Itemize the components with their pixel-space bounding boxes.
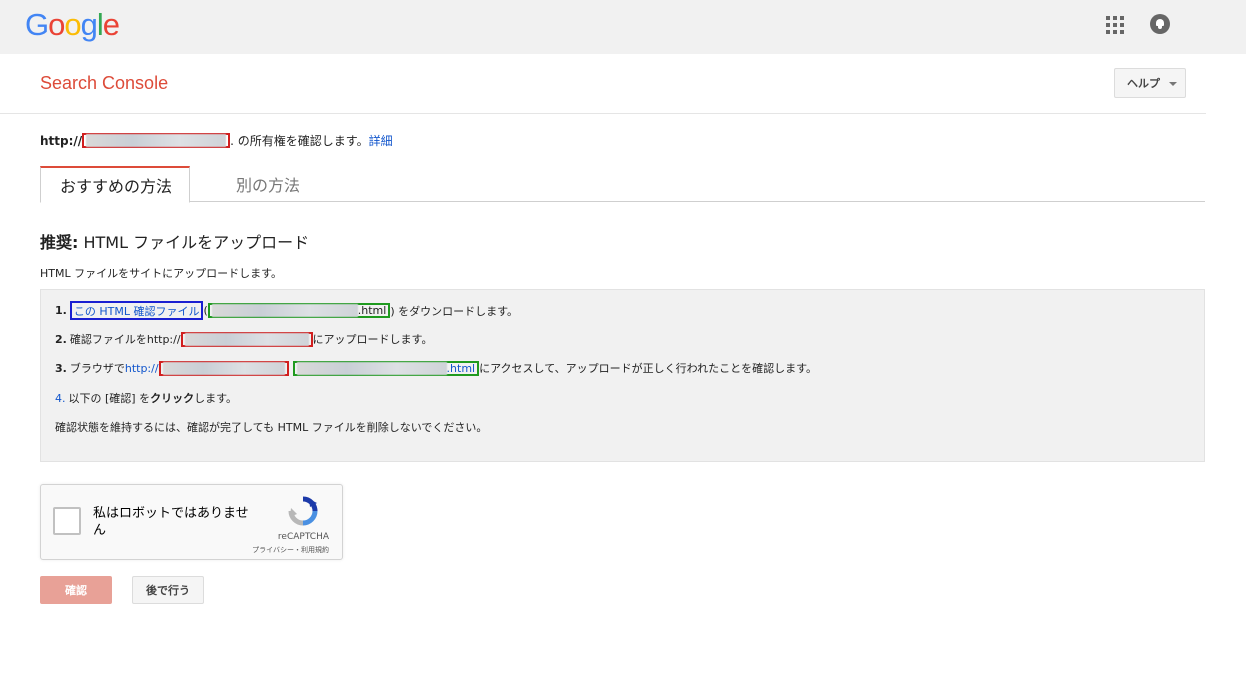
download-file-link[interactable]: この HTML 確認ファイル: [74, 303, 200, 319]
confirm-button[interactable]: 確認: [40, 576, 112, 604]
logo-letter: e: [102, 7, 120, 42]
redacted-upload-url: [180, 331, 313, 347]
step-4-suffix: します。: [194, 392, 237, 405]
details-link[interactable]: 詳細: [369, 132, 393, 149]
steps-panel: 1. この HTML 確認ファイル ( .html ) をダウンロードします。 …: [40, 289, 1205, 462]
not-robot-label: 私はロボットではありません: [93, 506, 249, 538]
help-button[interactable]: ヘルプ: [1114, 68, 1186, 98]
apps-grid-icon[interactable]: [1106, 16, 1124, 34]
step-3-suffix: にアクセスして、アップロードが正しく行われたことを確認します。: [479, 362, 818, 375]
step-3-protocol-link[interactable]: http://: [125, 362, 159, 375]
step-2-suffix: にアップロードします。: [312, 333, 433, 346]
tab-alternate[interactable]: 別の方法: [236, 166, 300, 202]
logo-letter: g: [80, 7, 98, 42]
step-2: 2. 確認ファイルを http:// にアップロードします。: [55, 331, 432, 347]
step-4: 4. 以下の [確認] を クリック します。: [55, 390, 237, 406]
step-4-text: 以下の [確認] を: [68, 392, 151, 405]
search-console-title[interactable]: Search Console: [40, 73, 168, 94]
tab-recommended[interactable]: おすすめの方法: [40, 166, 190, 203]
logo-letter: G: [25, 7, 49, 42]
not-robot-checkbox[interactable]: [53, 507, 81, 535]
redacted-site-url: [82, 133, 231, 148]
step-1-number: 1.: [55, 304, 67, 317]
download-file-link-box[interactable]: この HTML 確認ファイル: [69, 301, 204, 320]
logo-letter: o: [64, 7, 81, 42]
console-header: Search Console ヘルプ: [0, 54, 1206, 114]
step-3: 3. ブラウザで http:// .html にアクセスして、アップロードが正し…: [55, 360, 817, 376]
step-3-number: 3.: [55, 361, 67, 375]
recaptcha-widget: 私はロボットではありません reCAPTCHA プライバシー・利用規約: [40, 484, 343, 560]
recaptcha-icon: [288, 496, 318, 526]
help-button-label: ヘルプ: [1127, 77, 1160, 90]
redacted-verify-file[interactable]: .html: [292, 360, 480, 376]
ownership-line: http:// . の所有権を確認します。 詳細: [40, 132, 393, 149]
recommendation-title: HTML ファイルをアップロード: [78, 233, 310, 252]
later-button[interactable]: 後で行う: [132, 576, 204, 604]
recommendation-prefix: 推奨:: [40, 233, 79, 252]
step-1: 1. この HTML 確認ファイル ( .html ) をダウンロードします。: [55, 301, 518, 320]
ownership-text: . の所有権を確認します。: [230, 134, 369, 148]
top-bar: Google: [0, 0, 1246, 54]
step-2-protocol: http://: [146, 332, 181, 346]
redacted-file-name: .html: [207, 303, 391, 318]
retain-note: 確認状態を維持するには、確認が完了しても HTML ファイルを削除しないでくださ…: [55, 421, 488, 434]
step-2-text: 確認ファイルを: [69, 333, 147, 346]
bell-icon[interactable]: [1150, 14, 1170, 34]
step-4-click: クリック: [150, 392, 195, 405]
redacted-verify-url: [158, 360, 289, 376]
step-2-number: 2.: [55, 332, 67, 346]
step-4-number: 4.: [55, 391, 66, 405]
chevron-down-icon: [1169, 82, 1177, 86]
recommendation-heading: 推奨: HTML ファイルをアップロード: [40, 229, 309, 253]
recaptcha-links[interactable]: プライバシー・利用規約: [252, 545, 329, 555]
method-tabs: おすすめの方法 別の方法: [40, 166, 1205, 203]
file-ext: .html: [357, 304, 387, 317]
recaptcha-brand: reCAPTCHA: [277, 532, 329, 542]
google-logo[interactable]: Google: [25, 7, 120, 43]
step-3-text: ブラウザで: [69, 362, 125, 375]
step-1-suffix: ) をダウンロードします。: [390, 304, 518, 318]
site-protocol: http://: [40, 133, 83, 148]
recommendation-intro: HTML ファイルをサイトにアップロードします。: [40, 267, 283, 280]
verify-file-ext[interactable]: .html: [447, 362, 476, 375]
logo-letter: o: [48, 7, 65, 42]
